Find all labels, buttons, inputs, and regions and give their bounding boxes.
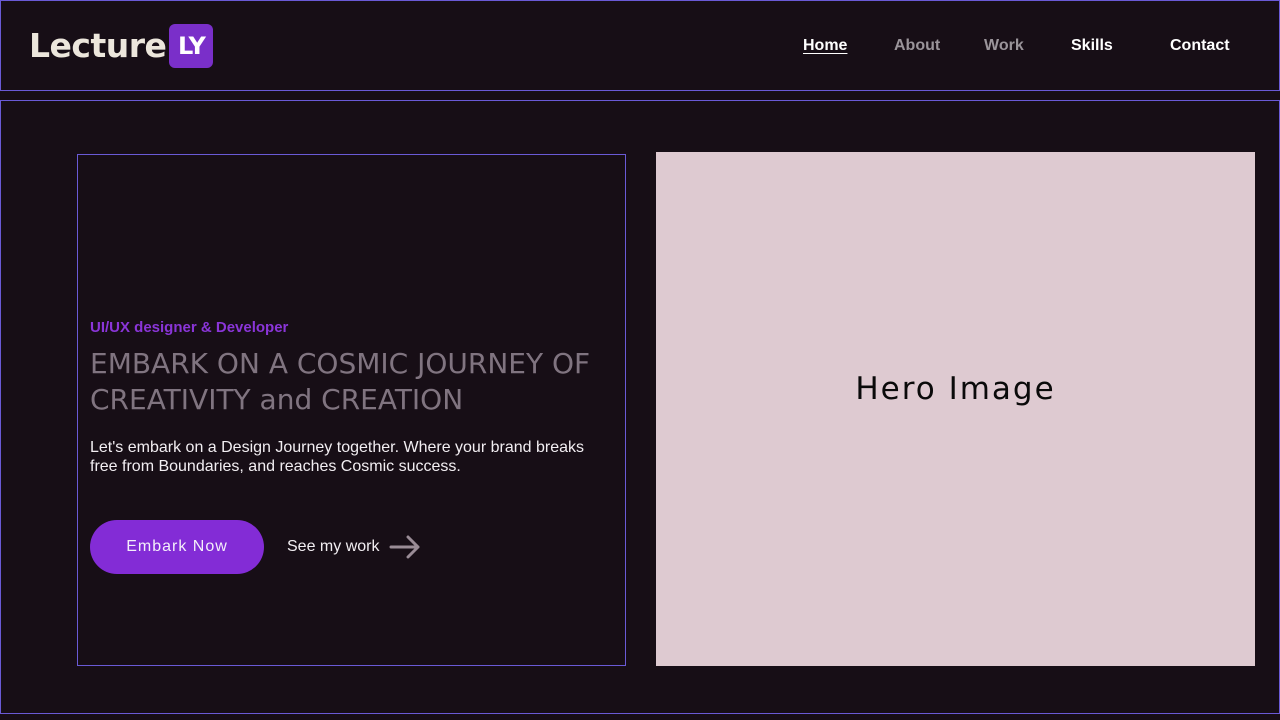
see-my-work-label: See my work [287,538,380,555]
nav-link-contact[interactable]: Contact [1170,37,1230,55]
brand-logo[interactable]: Lecture LY [29,23,214,68]
hero-headline: EMBARK ON A COSMIC JOURNEY OF CREATIVITY… [90,347,591,416]
nav-link-about[interactable]: About [894,37,940,55]
arrow-right-icon [389,535,420,559]
hero-eyebrow: UI/UX designer & Developer [90,319,289,336]
nav-link-work[interactable]: Work [984,37,1024,55]
nav-link-skills[interactable]: Skills [1071,37,1113,55]
nav-link-home[interactable]: Home [803,37,847,55]
hero-image-label: Hero Image [855,371,1056,407]
brand-name: Lecture [29,26,167,65]
hero-subtext: Let's embark on a Design Journey togethe… [90,439,584,475]
top-navbar: Lecture LY Home About Work Skills Contac… [0,0,1280,91]
embark-now-button[interactable]: Embark Now [90,520,264,574]
brand-badge: LY [169,23,214,68]
hero-image-placeholder: Hero Image [656,152,1255,666]
see-my-work-link[interactable]: See my work [287,531,421,563]
